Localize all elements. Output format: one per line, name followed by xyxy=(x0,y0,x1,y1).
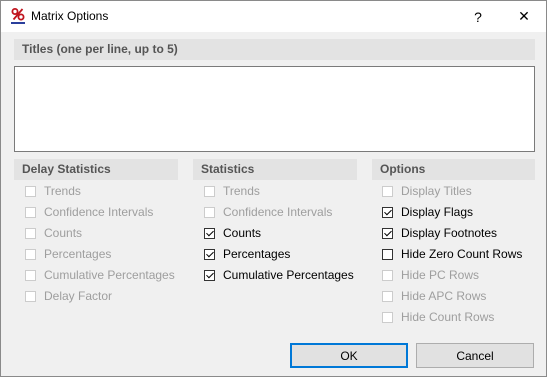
delay-statistics-checkbox-label: Delay Factor xyxy=(44,289,113,303)
cancel-button[interactable]: Cancel xyxy=(416,343,534,368)
matrix-options-dialog: Matrix Options ? ✕ Titles (one per line,… xyxy=(0,0,547,377)
delay-statistics-checkbox-row: Confidence Intervals xyxy=(25,203,153,221)
options-checkbox-label: Hide PC Rows xyxy=(401,268,480,282)
statistics-checkbox-label: Confidence Intervals xyxy=(223,205,333,219)
statistics-checkbox-row: Confidence Intervals xyxy=(204,203,332,221)
help-button[interactable]: ? xyxy=(455,1,501,32)
options-checkbox-row: Hide APC Rows xyxy=(382,287,486,305)
titles-textarea[interactable] xyxy=(14,66,535,152)
options-checkbox-label: Hide Zero Count Rows xyxy=(401,247,523,261)
statistics-checkbox xyxy=(204,206,215,218)
options-checkbox-label: Hide Count Rows xyxy=(401,310,495,324)
delay-statistics-checkbox-label: Trends xyxy=(44,184,81,198)
statistics-checkbox-label: Percentages xyxy=(223,247,291,261)
delay-statistics-checkbox-row: Percentages xyxy=(25,245,111,263)
options-checkbox-label: Hide APC Rows xyxy=(401,289,487,303)
delay-statistics-checkbox xyxy=(25,248,36,260)
delay-statistics-checkbox-label: Confidence Intervals xyxy=(44,205,154,219)
options-checkbox xyxy=(382,185,393,197)
options-checkbox-row[interactable]: Display Flags xyxy=(382,203,473,221)
statistics-checkbox-row[interactable]: Counts xyxy=(204,224,261,242)
delay-statistics-header: Delay Statistics xyxy=(14,159,178,180)
delay-statistics-checkbox xyxy=(25,185,36,197)
statistics-checkbox xyxy=(204,185,215,197)
statistics-checkbox-row[interactable]: Percentages xyxy=(204,245,290,263)
window-title: Matrix Options xyxy=(31,9,109,23)
statistics-checkbox-label: Trends xyxy=(223,184,260,198)
options-checkbox xyxy=(382,269,393,281)
statistics-checkbox-label: Cumulative Percentages xyxy=(223,268,354,282)
statistics-checkbox[interactable] xyxy=(204,248,215,260)
options-checkbox-label: Display Titles xyxy=(401,184,472,198)
statistics-checkbox-row: Trends xyxy=(204,182,260,200)
close-button[interactable]: ✕ xyxy=(501,1,547,32)
statistics-checkbox[interactable] xyxy=(204,269,215,281)
delay-statistics-checkbox-label: Cumulative Percentages xyxy=(44,268,175,282)
options-header: Options xyxy=(372,159,535,180)
options-checkbox xyxy=(382,311,393,323)
options-checkbox-label: Display Flags xyxy=(401,205,474,219)
options-checkbox-row[interactable]: Hide Zero Count Rows xyxy=(382,245,522,263)
options-checkbox-row: Hide Count Rows xyxy=(382,308,494,326)
delay-statistics-checkbox xyxy=(25,290,36,302)
statistics-checkbox-row[interactable]: Cumulative Percentages xyxy=(204,266,354,284)
title-bar: Matrix Options ? ✕ xyxy=(1,1,546,32)
delay-statistics-checkbox xyxy=(25,227,36,239)
options-checkbox-row[interactable]: Display Footnotes xyxy=(382,224,497,242)
delay-statistics-checkbox-row: Trends xyxy=(25,182,81,200)
delay-statistics-checkbox-label: Percentages xyxy=(44,247,112,261)
options-checkbox[interactable] xyxy=(382,206,393,218)
titles-header: Titles (one per line, up to 5) xyxy=(14,39,535,60)
statistics-checkbox[interactable] xyxy=(204,227,215,239)
options-checkbox xyxy=(382,290,393,302)
options-checkbox-row: Display Titles xyxy=(382,182,472,200)
delay-statistics-checkbox-row: Cumulative Percentages xyxy=(25,266,175,284)
statistics-header: Statistics xyxy=(193,159,357,180)
options-checkbox-row: Hide PC Rows xyxy=(382,266,479,284)
delay-statistics-checkbox-label: Counts xyxy=(44,226,83,240)
ok-button[interactable]: OK xyxy=(290,343,408,368)
percent-app-icon xyxy=(11,8,25,24)
delay-statistics-checkbox xyxy=(25,206,36,218)
options-checkbox[interactable] xyxy=(382,227,393,239)
options-checkbox-label: Display Footnotes xyxy=(401,226,498,240)
statistics-checkbox-label: Counts xyxy=(223,226,262,240)
delay-statistics-checkbox xyxy=(25,269,36,281)
delay-statistics-checkbox-row: Delay Factor xyxy=(25,287,112,305)
delay-statistics-checkbox-row: Counts xyxy=(25,224,82,242)
options-checkbox[interactable] xyxy=(382,248,393,260)
